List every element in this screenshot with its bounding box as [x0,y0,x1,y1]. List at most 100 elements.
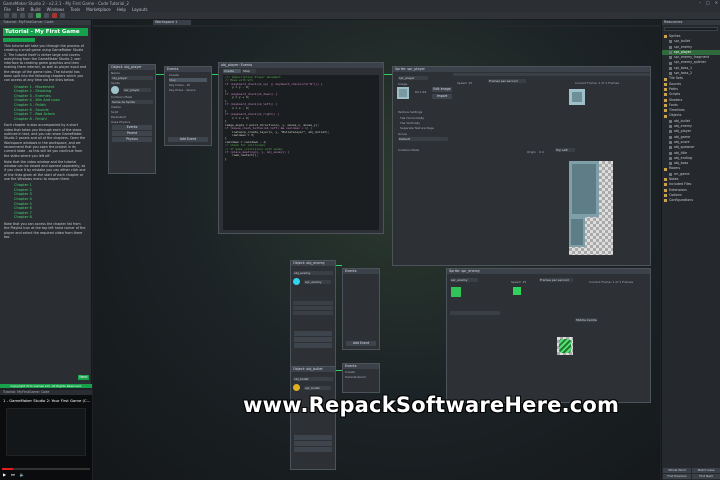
maximize-icon[interactable]: □ [706,0,710,5]
minimize-icon[interactable]: – [699,0,701,5]
chapter-link[interactable]: Chapter 8 - Finish! [14,117,91,122]
edit-image-button[interactable]: Edit Image [432,87,452,92]
origin-value[interactable]: 0 0 [539,150,544,154]
object-editor-enemy[interactable]: Object: obj_enemy obj_enemy spr_enemy [290,260,336,370]
uses-physics-checkbox[interactable]: Uses Physics [111,120,153,124]
tab-create[interactable]: Create [223,69,241,73]
tile-horizontally-checkbox[interactable]: Tile Horizontally [400,116,424,120]
find-previous-button[interactable]: Find Previous [663,474,691,479]
origin-dropdown[interactable]: Middle Centre [575,318,597,322]
event-outside-room[interactable]: Outside Room [345,375,377,379]
next-button[interactable]: Next [78,375,89,380]
speed-mode-dropdown[interactable]: Frames per second [539,278,573,282]
menu-windows[interactable]: Windows [47,7,65,12]
events-window-player[interactable]: Events Create Step Key Down - W Key Press -… [164,66,212,146]
option-row[interactable] [293,306,333,310]
stop-icon[interactable] [52,13,57,18]
visible-checkbox[interactable]: Visible [111,105,153,109]
sprite-canvas[interactable] [569,161,613,255]
video-tab[interactable]: Tutorial: MyFirstGame: Code [0,390,92,395]
video-screen[interactable] [6,408,86,456]
add-event-button[interactable]: Add Event [168,137,208,142]
tutorial-tab[interactable]: Tutorial: MyFirstGame: Code [0,20,91,25]
collision-mask-section[interactable]: Collision Mask [398,148,419,152]
events-window-bullet[interactable]: Events Create Outside Room [342,363,380,393]
add-event-button[interactable]: Add Event [346,341,376,346]
parent-button[interactable]: Parent [112,131,152,136]
sprite-editor-enemy[interactable]: Sprite: spr_enemy spr_enemy Speed: 15 Fr… [446,268,651,403]
debug-icon[interactable] [44,13,49,18]
object-editor-bullet[interactable]: Object: obj_bullet obj_bullet spr_bullet [290,366,336,470]
speed-mode-dropdown[interactable]: Frames per second [488,79,526,83]
menu-marketplace[interactable]: Marketplace [86,7,111,12]
menu-file[interactable]: File [4,7,11,12]
event-create[interactable]: Create [345,370,377,374]
workspace-tab[interactable]: Workspace 1 [153,20,191,25]
code-editor-player[interactable]: obj_player: Events Create Step /// @desc… [218,62,384,234]
option-row[interactable] [293,311,333,315]
sprite-field[interactable]: spr_player [123,88,151,92]
video-progress-bar[interactable] [2,468,90,470]
match-case-button[interactable]: Match Case [692,468,720,473]
collision-mask-field[interactable]: Same As Sprite [111,100,153,104]
tab-step[interactable]: Step [242,69,256,73]
menu-build[interactable]: Build [30,7,40,12]
menu-layouts[interactable]: Layouts [132,7,148,12]
run-icon[interactable] [36,13,41,18]
open-project-icon[interactable] [12,13,17,18]
physics-button[interactable] [294,447,332,452]
separate-texture-checkbox[interactable]: Separate Texture Page [400,126,434,130]
resource-group[interactable]: Configurations [662,198,720,203]
build-icon[interactable] [28,13,33,18]
menu-edit[interactable]: Edit [17,7,25,12]
group-dropdown[interactable] [450,311,500,315]
sprite-name-field[interactable]: spr_player [398,76,428,80]
find-next-button[interactable]: Find Next [692,474,720,479]
next-icon[interactable]: ⏭ [11,472,15,477]
events-window-enemy[interactable]: Events Add Event [342,268,380,350]
resource-search-input[interactable] [664,27,718,31]
sprite-field[interactable]: spr_bullet [304,385,331,390]
parent-button[interactable] [294,337,332,342]
speed-field[interactable]: Speed: 15 [457,81,472,85]
sprite-name-field[interactable]: spr_enemy [450,278,478,282]
group-dropdown[interactable]: Default [398,137,448,141]
sprite-canvas[interactable] [557,337,573,355]
menu-help[interactable]: Help [117,7,126,12]
close-icon[interactable]: ✕ [715,0,718,5]
parent-button[interactable] [294,441,332,446]
event-item[interactable]: Create [169,73,207,77]
persistent-checkbox[interactable]: Persistent [111,115,153,119]
frame-1-thumbnail[interactable] [569,89,585,105]
events-button[interactable]: Events [112,125,152,130]
tile-vertically-checkbox[interactable]: Tile Vertically [400,121,420,125]
physics-button[interactable]: Physics [112,137,152,142]
events-button[interactable] [294,331,332,336]
sprite-editor-player[interactable]: Sprite: spr_player spr_player Image 64 x… [392,66,651,266]
name-field[interactable]: obj_enemy [293,271,333,275]
event-item[interactable]: Key Down - W [169,83,207,87]
volume-icon[interactable]: 🔈 [20,472,25,477]
menu-tools[interactable]: Tools [70,7,80,12]
play-icon[interactable]: ▶ [3,472,6,477]
event-item[interactable]: Key Press - Space [169,88,207,92]
frame-1-thumbnail[interactable] [513,287,521,295]
code-text-area[interactable]: /// @description Player movement// Move … [223,75,379,230]
workspace[interactable]: Workspace 1 Object: obj_player Name obj_… [93,20,660,480]
solid-checkbox[interactable]: Solid [111,110,153,114]
origin-dropdown[interactable]: Top Left [555,148,575,152]
object-editor-player[interactable]: Object: obj_player Name obj_player Sprit… [108,64,156,174]
save-icon[interactable] [20,13,25,18]
speed-field[interactable]: Speed: 15 [511,280,526,284]
chapter-link[interactable]: Chapter 8 [14,215,91,220]
event-item[interactable]: Step [169,78,207,82]
name-field[interactable]: obj_bullet [293,377,333,381]
physics-button[interactable] [294,343,332,348]
sprite-field[interactable]: spr_enemy [304,279,331,284]
clean-icon[interactable] [60,13,65,18]
new-project-icon[interactable] [4,13,9,18]
collision-mask-field[interactable] [293,301,333,305]
import-button[interactable]: Import [432,94,452,99]
events-button[interactable] [294,435,332,440]
name-field[interactable]: obj_player [111,76,153,80]
